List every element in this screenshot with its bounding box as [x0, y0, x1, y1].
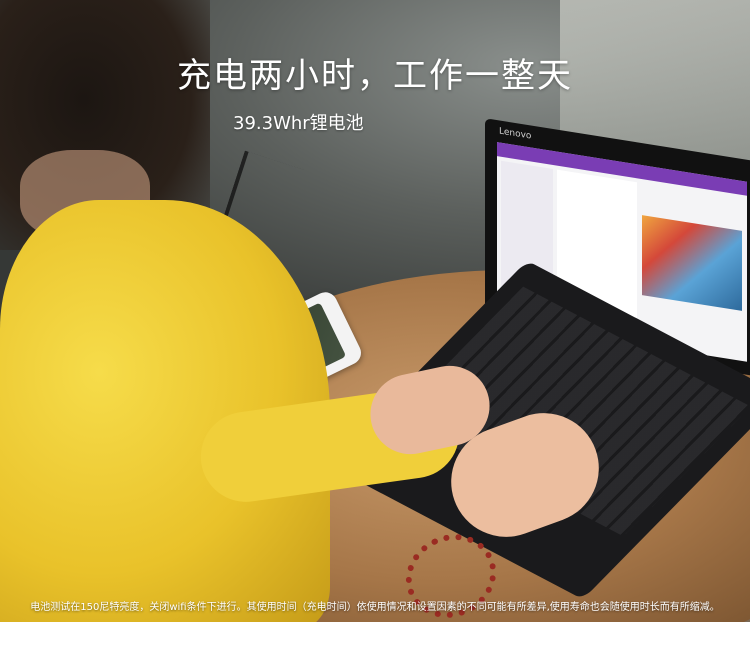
festival-photo: [642, 215, 742, 311]
bottom-whitespace: [0, 622, 750, 649]
headline: 充电两小时，工作一整天: [177, 56, 573, 96]
device-brand: Lenovo: [499, 126, 532, 142]
battery-test-footnote: 电池测试在150尼特亮度，关闭wifi条件下进行。其使用时间（充电时间）依使用情…: [30, 602, 720, 613]
product-banner: Lenovo 充电两小时，工作一整天 39.3Whr锂电池 电池测试在150尼特…: [0, 0, 750, 622]
battery-spec: 39.3Whr锂电池: [233, 113, 364, 134]
